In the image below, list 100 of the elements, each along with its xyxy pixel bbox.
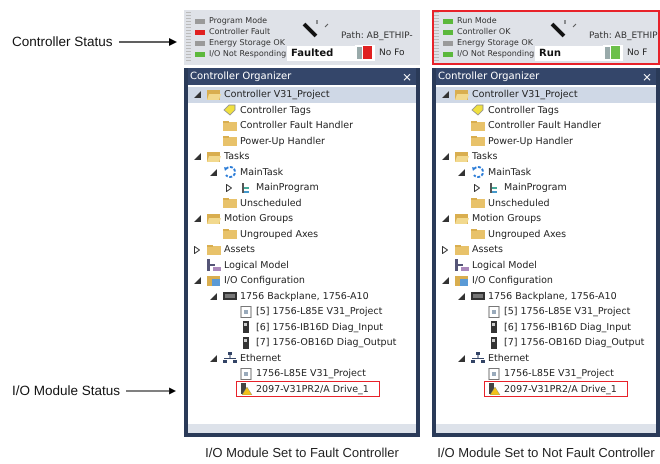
mode-field: Run <box>535 46 603 60</box>
open-folder-icon <box>207 88 221 101</box>
tree-item-label: [7] 1756-OB16D Diag_Output <box>256 337 396 348</box>
tree-item[interactable]: Controller Tags <box>436 102 656 118</box>
tree-item-label: Unscheduled <box>488 198 550 209</box>
close-button[interactable]: × <box>638 70 656 84</box>
module-icon <box>487 368 501 380</box>
expanded-arrow-icon[interactable] <box>194 91 201 98</box>
collapsed-arrow-icon[interactable] <box>474 184 480 192</box>
tree-item-label: Logical Model <box>224 260 289 271</box>
tree-item[interactable]: Ungrouped Axes <box>436 226 656 242</box>
tree-item[interactable]: MainProgram <box>436 180 656 196</box>
expanded-arrow-icon[interactable] <box>210 354 217 362</box>
tree-item-label: 1756 Backplane, 1756-A10 <box>488 290 617 302</box>
path-label: Path: AB_ETHIP <box>589 31 658 41</box>
expanded-arrow-icon[interactable] <box>194 215 201 222</box>
status-label: Program Mode <box>209 16 268 26</box>
tree-item[interactable]: [7] 1756-OB16D Diag_Output <box>188 335 416 350</box>
tree-item[interactable]: MainTask <box>436 164 656 180</box>
tree-item[interactable]: 1756-L85E V31_Project <box>188 366 416 382</box>
tree-item[interactable]: [5] 1756-L85E V31_Project <box>188 304 416 320</box>
tree-item[interactable]: Motion Groups <box>436 211 656 226</box>
collapsed-arrow-icon[interactable] <box>194 246 200 254</box>
tree-item[interactable]: I/O Configuration <box>436 273 656 288</box>
expanded-arrow-icon[interactable] <box>442 153 449 160</box>
tree-item-label: Ungrouped Axes <box>240 228 318 240</box>
tree-item[interactable]: [6] 1756-IB16D Diag_Input <box>436 320 656 335</box>
tree-item[interactable]: 1756-L85E V31_Project <box>436 366 656 382</box>
folder-chip-icon <box>207 274 221 287</box>
organizer-title: Controller Organizer <box>438 71 540 82</box>
expanded-arrow-icon[interactable] <box>458 168 465 176</box>
status-label: Run Mode <box>457 16 497 26</box>
open-folder-icon <box>207 150 221 163</box>
folder-icon <box>223 197 237 210</box>
tree-item-label: Controller V31_Project <box>224 89 330 100</box>
tree-item[interactable]: [7] 1756-OB16D Diag_Output <box>436 335 656 350</box>
rack-icon <box>471 290 485 302</box>
expanded-arrow-icon[interactable] <box>194 277 201 284</box>
expanded-arrow-icon[interactable] <box>458 292 465 300</box>
expanded-arrow-icon[interactable] <box>442 277 449 284</box>
collapsed-arrow-icon[interactable] <box>226 184 232 192</box>
folder-chip-icon <box>455 274 469 287</box>
expanded-arrow-icon[interactable] <box>442 91 449 98</box>
expanded-arrow-icon[interactable] <box>458 354 465 362</box>
tree-item[interactable]: Ungrouped Axes <box>188 226 416 242</box>
tree-item[interactable]: MainTask <box>188 164 416 180</box>
tree-item-label: Power-Up Handler <box>240 136 325 147</box>
tree-item[interactable]: [6] 1756-IB16D Diag_Input <box>188 320 416 335</box>
folder-icon <box>223 228 237 240</box>
rack-icon <box>223 290 237 302</box>
status-label: I/O Not Responding <box>209 49 286 59</box>
module-icon <box>239 306 253 318</box>
tree-item[interactable]: Motion Groups <box>188 211 416 226</box>
expanded-arrow-icon[interactable] <box>210 168 217 176</box>
tree-item-label: 2097-V31PR2/A Drive_1 <box>504 384 617 395</box>
tree-item[interactable]: 1756 Backplane, 1756-A10 <box>436 288 656 304</box>
tree-item[interactable]: Power-Up Handler <box>436 134 656 149</box>
tree-item-label: Power-Up Handler <box>488 136 573 147</box>
tree-item[interactable]: Logical Model <box>436 258 656 273</box>
open-folder-icon <box>207 212 221 225</box>
tree-item-label: Motion Groups <box>472 213 542 224</box>
tree-item[interactable]: Assets <box>436 242 656 258</box>
folder-icon <box>471 228 485 240</box>
tree-item[interactable]: Tasks <box>188 149 416 164</box>
tree-item[interactable]: Assets <box>188 242 416 258</box>
tree-item[interactable]: I/O Configuration <box>188 273 416 288</box>
tree-item[interactable]: Unscheduled <box>188 196 416 211</box>
tree-item[interactable]: [5] 1756-L85E V31_Project <box>436 304 656 320</box>
network-icon <box>223 352 237 364</box>
tree-item-label: Controller Fault Handler <box>488 120 601 132</box>
tree-item[interactable]: Controller Fault Handler <box>188 118 416 134</box>
tree-item[interactable]: Power-Up Handler <box>188 134 416 149</box>
close-button[interactable]: × <box>398 70 416 84</box>
tree-item[interactable]: Controller Tags <box>188 102 416 118</box>
tree-item-label: 1756 Backplane, 1756-A10 <box>240 290 369 302</box>
tree-item-label: Controller Tags <box>240 104 311 116</box>
network-icon <box>471 352 485 364</box>
figure-caption: I/O Module Set to Not Fault Controller <box>436 445 656 460</box>
tree-item-label: [5] 1756-L85E V31_Project <box>504 306 630 318</box>
expanded-arrow-icon[interactable] <box>194 153 201 160</box>
callout-arrow <box>126 386 176 394</box>
tree-item[interactable]: Ethernet <box>188 350 416 366</box>
tree-item-label: Controller V31_Project <box>472 89 578 100</box>
tree-item-label: Controller Tags <box>488 104 559 116</box>
expanded-arrow-icon[interactable] <box>442 215 449 222</box>
tree-item-label: [6] 1756-IB16D Diag_Input <box>504 322 631 333</box>
tree-item[interactable]: Logical Model <box>188 258 416 273</box>
collapsed-arrow-icon[interactable] <box>442 246 448 254</box>
tree-item[interactable]: 1756 Backplane, 1756-A10 <box>188 288 416 304</box>
tree-item[interactable]: Tasks <box>436 149 656 164</box>
tree-item[interactable]: Controller Fault Handler <box>436 118 656 134</box>
selected-tree-item[interactable]: Controller V31_Project <box>436 87 656 102</box>
tree-item[interactable]: Ethernet <box>436 350 656 366</box>
tree-item-label: [6] 1756-IB16D Diag_Input <box>256 322 383 333</box>
tree-item[interactable]: Unscheduled <box>436 196 656 211</box>
folder-icon <box>223 135 237 148</box>
warning-module-icon <box>239 383 253 396</box>
expanded-arrow-icon[interactable] <box>210 292 217 300</box>
tree-item[interactable]: MainProgram <box>188 180 416 196</box>
selected-tree-item[interactable]: Controller V31_Project <box>188 87 416 102</box>
